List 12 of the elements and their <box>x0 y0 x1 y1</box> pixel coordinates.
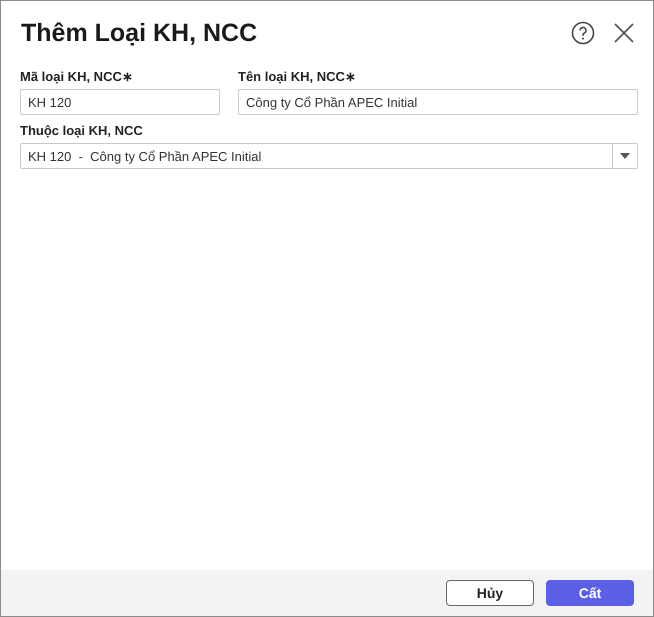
input-field[interactable]: KH 120 <box>20 89 220 115</box>
close-icon[interactable] <box>613 22 635 44</box>
field-label: Mã loại KH, NCC∗ <box>20 69 134 84</box>
caret-icon <box>620 153 630 159</box>
window-title: Thêm Loại KH, NCC <box>21 18 258 48</box>
save-button[interactable]: Cất <box>546 580 634 606</box>
dropdown-field[interactable]: KH 120 - Công ty Cổ Phần APEC Initial <box>20 143 638 169</box>
help-icon[interactable] <box>571 21 595 45</box>
field-label: Tên loại KH, NCC∗ <box>238 69 357 84</box>
input-field[interactable]: Công ty Cổ Phần APEC Initial <box>238 89 638 115</box>
cancel-button[interactable]: Hủy <box>446 580 534 606</box>
field-label: Thuộc loại KH, NCC <box>20 123 144 138</box>
